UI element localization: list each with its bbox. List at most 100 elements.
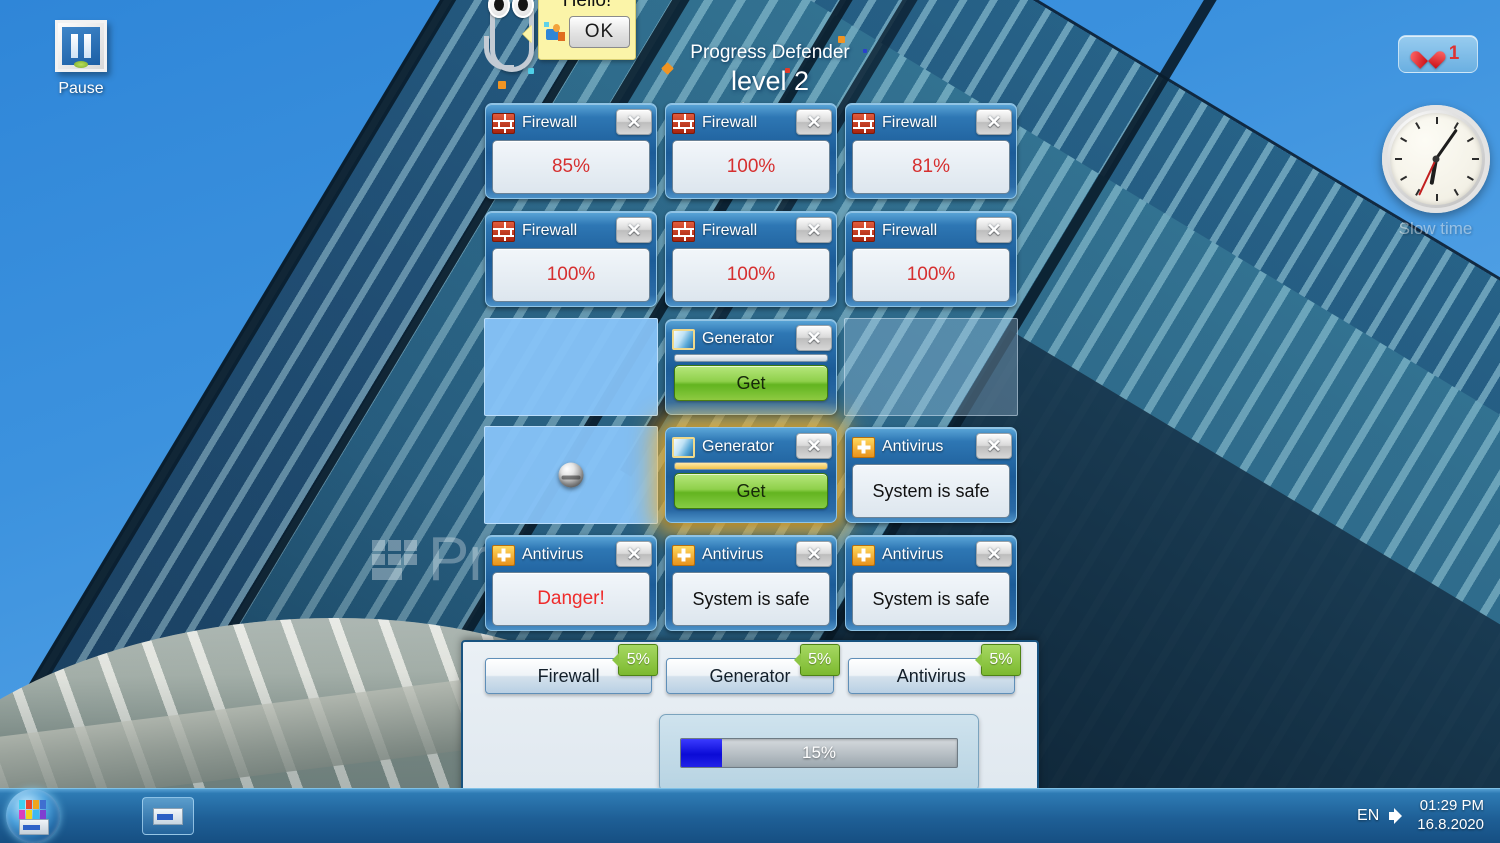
close-icon[interactable] <box>796 433 832 459</box>
generator-window[interactable]: Generator Get <box>665 319 837 415</box>
grid-cell-r4-c3[interactable]: Antivirus System is safe <box>841 421 1021 529</box>
firewall-icon <box>672 220 695 242</box>
grid-cell-r1-c1[interactable]: Firewall 85% <box>481 97 661 205</box>
antivirus-icon <box>672 544 695 566</box>
grid-cell-r4-c2[interactable]: Generator Get <box>661 421 841 529</box>
grid-cell-r5-c1[interactable]: Antivirus Danger! <box>481 529 661 637</box>
window-title-bar: Firewall <box>490 108 652 138</box>
empty-slot[interactable] <box>844 318 1018 416</box>
grid-cell-r4-c1[interactable] <box>481 421 661 529</box>
window-status-value: System is safe <box>692 588 810 609</box>
grid-cell-r3-c1[interactable] <box>481 313 661 421</box>
system-tray: EN 01:29 PM 16.8.2020 <box>1357 797 1484 835</box>
antivirus-window[interactable]: Antivirus System is safe <box>845 535 1017 631</box>
slow-time-powerup[interactable]: Slow time <box>1378 105 1493 239</box>
antivirus-window[interactable]: Antivirus System is safe <box>665 535 837 631</box>
volume-icon[interactable] <box>1389 808 1407 824</box>
close-icon[interactable] <box>796 325 832 351</box>
close-icon[interactable] <box>616 541 652 567</box>
window-title-bar: Firewall <box>670 108 832 138</box>
window-status-value: 100% <box>726 156 776 177</box>
window-body: 85% <box>492 140 650 194</box>
taskbar-window-button[interactable] <box>142 797 194 835</box>
window-body: 100% <box>492 248 650 302</box>
start-button[interactable] <box>6 789 60 843</box>
pause-desktop-icon[interactable]: Pause <box>45 20 117 98</box>
ok-button[interactable]: OK <box>569 16 630 48</box>
grid-cell-r1-c3[interactable]: Firewall 81% <box>841 97 1021 205</box>
get-button[interactable]: Get <box>674 365 828 401</box>
close-icon[interactable] <box>976 217 1012 243</box>
metal-ball-token[interactable] <box>558 462 584 488</box>
level-progress-label: 15% <box>801 743 837 762</box>
window-body: 100% <box>672 140 830 194</box>
grid-cell-r2-c2[interactable]: Firewall 100% <box>661 205 841 313</box>
generator-charge-bar <box>674 354 828 362</box>
window-body: System is safe <box>672 572 830 626</box>
get-button[interactable]: Get <box>674 473 828 509</box>
assistant-hint-icon <box>544 22 566 42</box>
antivirus-window[interactable]: Antivirus Danger! <box>485 535 657 631</box>
window-body: 81% <box>852 140 1010 194</box>
empty-slot[interactable] <box>484 318 658 416</box>
language-indicator[interactable]: EN <box>1357 807 1379 825</box>
antivirus-icon <box>852 436 875 458</box>
window-title-bar: Firewall <box>850 108 1012 138</box>
close-icon[interactable] <box>616 109 652 135</box>
build-cost-badge: 5% <box>612 644 659 676</box>
grid-cell-r2-c1[interactable]: Firewall 100% <box>481 205 661 313</box>
window-status-value: Danger! <box>537 588 605 609</box>
close-icon[interactable] <box>616 217 652 243</box>
window-title-bar: Antivirus <box>490 540 652 570</box>
slow-time-label: Slow time <box>1398 219 1473 238</box>
window-status-value: 85% <box>551 156 591 177</box>
antivirus-window[interactable]: Antivirus System is safe <box>845 427 1017 523</box>
close-icon[interactable] <box>796 217 832 243</box>
build-item-firewall: Firewall 5% <box>485 644 659 694</box>
window-thumbnail-icon <box>153 807 183 825</box>
heart-icon <box>1417 44 1439 64</box>
window-title-bar: Generator <box>670 324 832 354</box>
close-icon[interactable] <box>976 541 1012 567</box>
window-status-value: 81% <box>911 156 951 177</box>
taskbar-clock[interactable]: 01:29 PM 16.8.2020 <box>1417 797 1484 835</box>
confetti-particle <box>498 81 506 89</box>
window-title-bar: Firewall <box>850 216 1012 246</box>
taskbar-date: 16.8.2020 <box>1417 816 1484 833</box>
start-orb-window-icon <box>19 819 49 835</box>
grid-cell-r3-c3[interactable] <box>841 313 1021 421</box>
clock-minute-hand <box>1434 128 1458 160</box>
generator-window[interactable]: Generator Get <box>665 427 837 523</box>
close-icon[interactable] <box>976 109 1012 135</box>
generator-icon <box>672 328 695 350</box>
close-icon[interactable] <box>796 109 832 135</box>
confetti-particle <box>863 49 867 53</box>
firewall-window[interactable]: Firewall 100% <box>845 211 1017 307</box>
generator-icon <box>672 436 695 458</box>
pause-icon-glyph <box>55 20 107 72</box>
close-icon[interactable] <box>796 541 832 567</box>
clock-icon <box>1381 105 1490 213</box>
close-icon[interactable] <box>976 433 1012 459</box>
empty-slot[interactable] <box>484 426 658 524</box>
confetti-particle <box>838 36 845 43</box>
firewall-window[interactable]: Firewall 81% <box>845 103 1017 199</box>
generator-body: Get <box>674 354 828 401</box>
firewall-window[interactable]: Firewall 100% <box>665 211 837 307</box>
health-count: 1 <box>1448 43 1460 64</box>
build-cost-badge: 5% <box>974 644 1021 676</box>
grid-cell-r3-c2[interactable]: Generator Get <box>661 313 841 421</box>
grid-cell-r2-c3[interactable]: Firewall 100% <box>841 205 1021 313</box>
firewall-window[interactable]: Firewall 85% <box>485 103 657 199</box>
clippy-tail <box>484 36 514 70</box>
build-cost-badge: 5% <box>793 644 840 676</box>
firewall-window[interactable]: Firewall 100% <box>485 211 657 307</box>
window-title-bar: Antivirus <box>850 432 1012 462</box>
firewall-window[interactable]: Firewall 100% <box>665 103 837 199</box>
window-title-bar: Antivirus <box>670 540 832 570</box>
window-title-bar: Firewall <box>670 216 832 246</box>
grid-cell-r5-c2[interactable]: Antivirus System is safe <box>661 529 841 637</box>
grid-cell-r5-c3[interactable]: Antivirus System is safe <box>841 529 1021 637</box>
grid-cell-r1-c2[interactable]: Firewall 100% <box>661 97 841 205</box>
generator-charge-bar <box>674 462 828 470</box>
